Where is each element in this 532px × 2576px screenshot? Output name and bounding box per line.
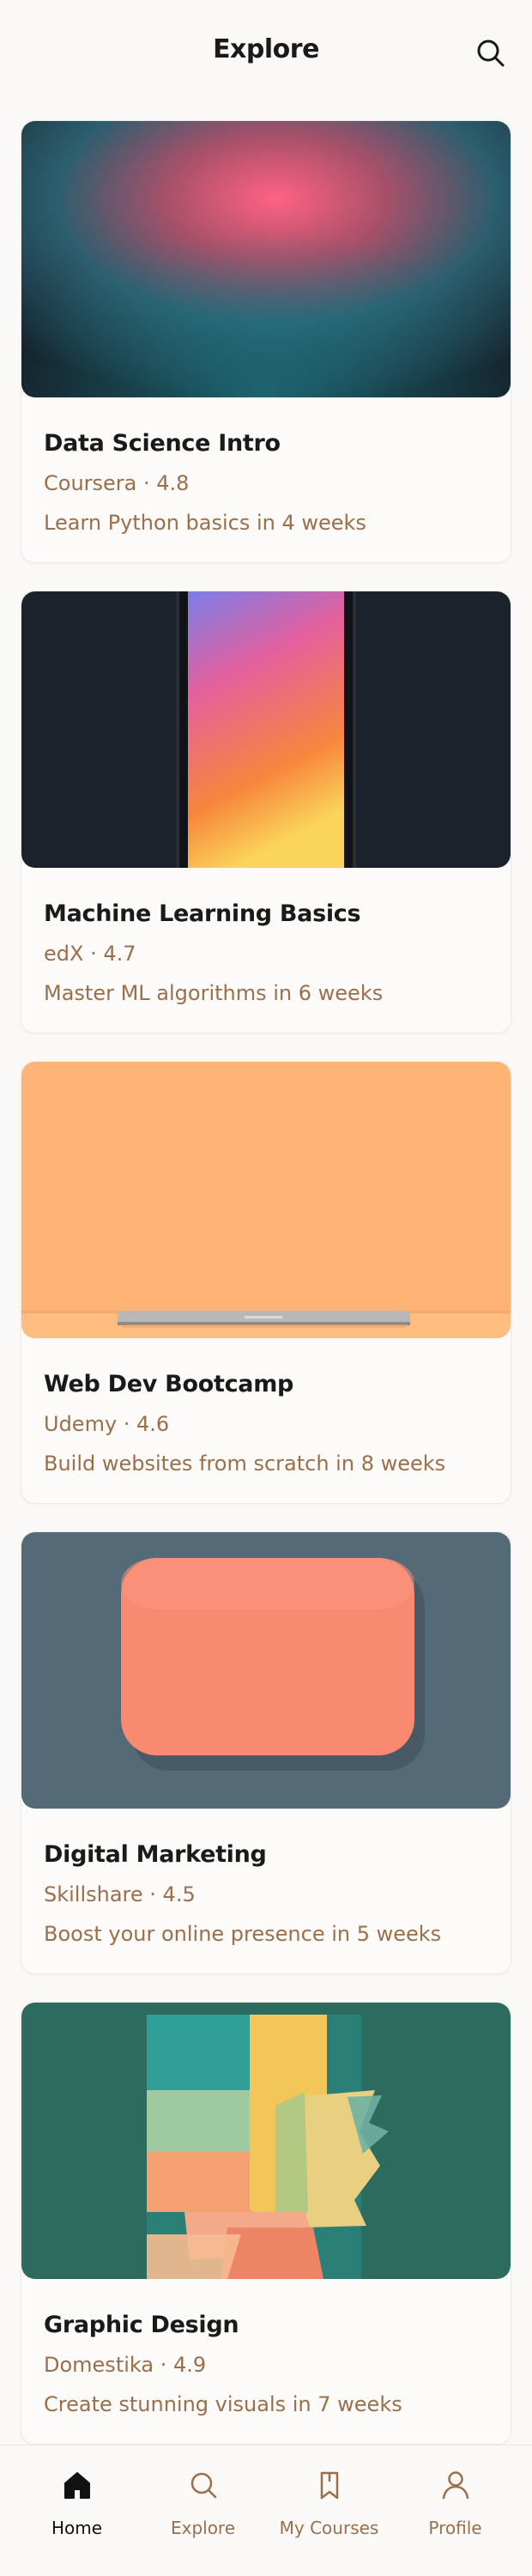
tab-profile[interactable]: Profile [389, 2446, 522, 2576]
course-thumbnail [21, 1062, 511, 1338]
header: Explore [0, 0, 532, 108]
course-card[interactable]: Digital Marketing Skillshare · 4.5 Boost… [21, 1531, 511, 1974]
course-title: Web Dev Bootcamp [44, 1371, 294, 1397]
course-thumbnail [21, 1532, 511, 1809]
tab-my-courses[interactable]: My Courses [263, 2446, 396, 2576]
course-card[interactable]: Web Dev Bootcamp Udemy · 4.6 Build websi… [21, 1061, 511, 1504]
course-thumbnail [21, 2003, 511, 2279]
tab-label: Home [51, 2518, 103, 2538]
bottom-tab-bar: Home Explore My Courses Profile [0, 2445, 532, 2576]
course-title: Machine Learning Basics [44, 900, 361, 927]
course-description: Master ML algorithms in 6 weeks [44, 981, 384, 1005]
home-icon [64, 2472, 90, 2499]
course-description: Boost your online presence in 5 weeks [44, 1922, 442, 1946]
course-title: Digital Marketing [44, 1841, 267, 1868]
page-title: Explore [213, 34, 319, 64]
course-meta: Domestika · 4.9 [44, 2353, 207, 2377]
user-icon [442, 2471, 469, 2500]
course-title: Data Science Intro [44, 430, 281, 457]
tab-label: Profile [428, 2518, 482, 2538]
course-thumbnail [21, 591, 511, 868]
course-card[interactable]: Machine Learning Basics edX · 4.7 Master… [21, 591, 511, 1033]
course-description: Build websites from scratch in 8 weeks [44, 1452, 446, 1476]
tab-label: Explore [170, 2518, 236, 2538]
course-meta: Udemy · 4.6 [44, 1412, 170, 1436]
course-meta: edX · 4.7 [44, 942, 136, 966]
course-card[interactable]: Data Science Intro Coursera · 4.8 Learn … [21, 120, 511, 563]
course-thumbnail [21, 121, 511, 397]
course-description: Create stunning visuals in 7 weeks [44, 2392, 402, 2416]
search-button[interactable] [474, 36, 508, 70]
search-icon [190, 2472, 217, 2499]
course-meta: Skillshare · 4.5 [44, 1882, 196, 1906]
course-title: Graphic Design [44, 2312, 239, 2338]
course-card[interactable]: Graphic Design Domestika · 4.9 Create st… [21, 2002, 511, 2445]
tab-label: My Courses [279, 2518, 379, 2538]
tab-explore[interactable]: Explore [136, 2446, 269, 2576]
course-meta: Coursera · 4.8 [44, 471, 190, 495]
tab-home[interactable]: Home [10, 2446, 143, 2576]
search-icon [477, 39, 505, 67]
course-description: Learn Python basics in 4 weeks [44, 511, 366, 535]
bookmark-icon [320, 2471, 339, 2500]
